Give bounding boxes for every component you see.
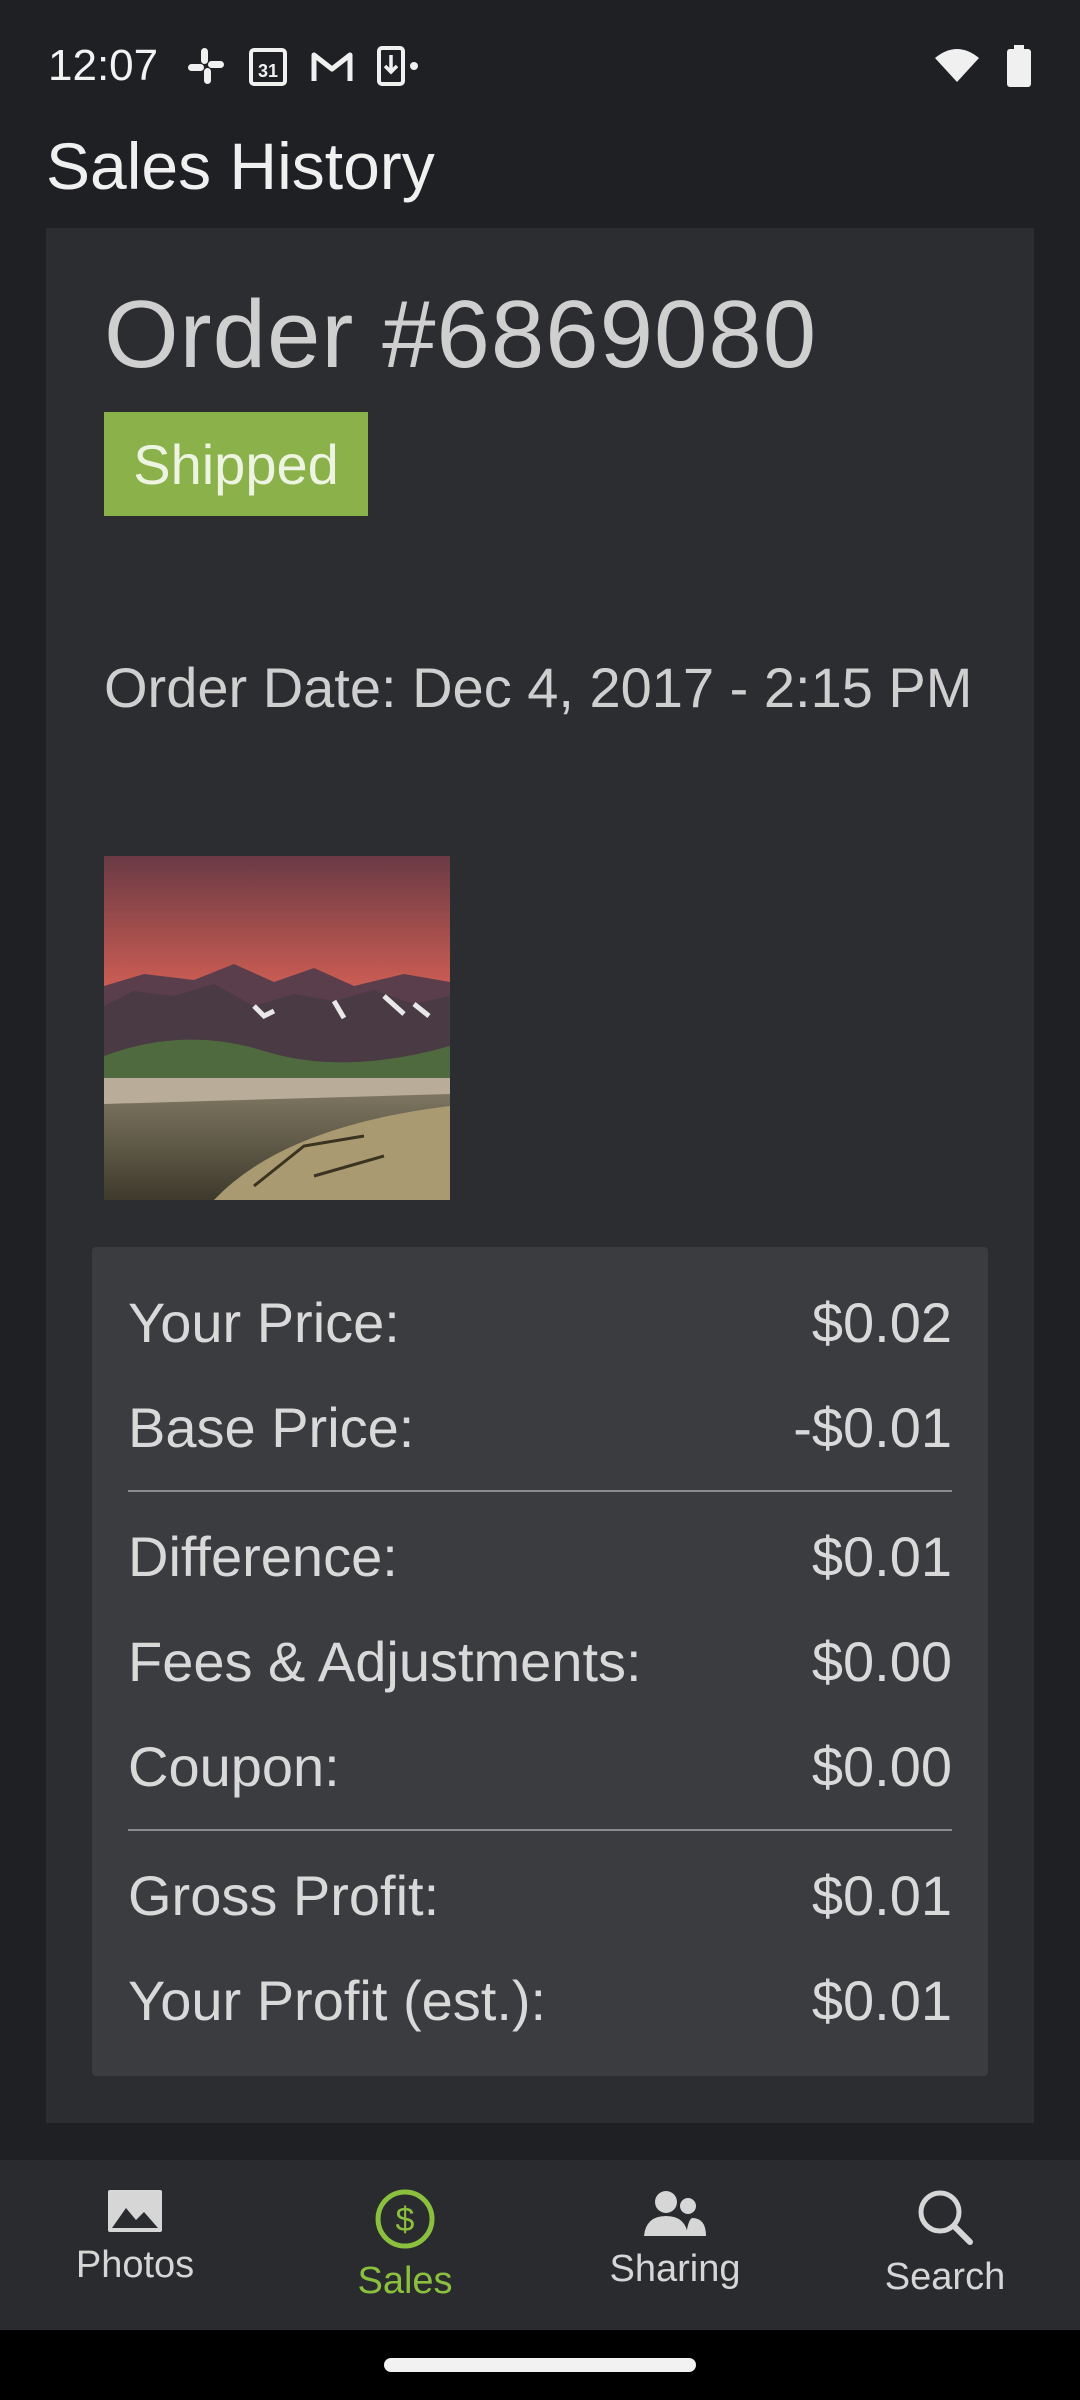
price-value: $0.01 [811,1524,952,1588]
status-badge: Shipped [104,412,368,516]
price-label: Fees & Adjustments: [128,1629,642,1693]
price-label: Your Price: [128,1290,400,1354]
slack-icon [186,46,226,86]
price-row-coupon: Coupon: $0.00 [128,1731,952,1801]
page-title: Sales History [46,129,435,203]
nav-label: Photos [75,2244,195,2286]
status-bar: 12:07 31 [0,0,1080,132]
product-thumbnail[interactable] [104,856,450,1200]
price-value: $0.02 [811,1290,952,1354]
dollar-circle-icon: $ [374,2188,436,2250]
order-card: Order #6869080 Shipped Order Date: Dec 4… [46,228,1034,2123]
price-value: $0.00 [811,1734,952,1798]
price-value: $0.01 [811,1863,952,1927]
price-value: -$0.01 [793,1395,952,1459]
battery-icon [1006,45,1032,87]
order-title: Order #6869080 [104,281,818,388]
divider [128,1829,952,1831]
people-icon [642,2188,708,2238]
wifi-icon [934,48,980,84]
divider [128,1490,952,1492]
price-value: $0.00 [811,1629,952,1693]
nav-label: Search [884,2256,1006,2298]
system-icons [934,45,1032,87]
price-row-your-price: Your Price: $0.02 [128,1287,952,1357]
status-time: 12:07 [48,41,159,90]
gesture-handle[interactable] [384,2358,696,2372]
bottom-nav: Photos $ Sales Sharing Search [0,2160,1080,2330]
price-label: Difference: [128,1524,398,1588]
price-row-difference: Difference: $0.01 [128,1521,952,1591]
nav-item-photos[interactable]: Photos [0,2160,270,2330]
price-label: Coupon: [128,1734,340,1798]
notification-icons: 31 [186,45,422,87]
nav-item-search[interactable]: Search [810,2160,1080,2330]
nav-label: Sharing [609,2248,741,2290]
price-label: Your Profit (est.): [128,1968,547,2032]
price-label: Gross Profit: [128,1863,440,1927]
calendar-day: 31 [258,61,278,81]
calendar-icon: 31 [248,45,288,87]
download-icon [376,45,422,87]
photo-icon [106,2188,164,2234]
price-label: Base Price: [128,1395,415,1459]
nav-item-sales[interactable]: $ Sales [270,2160,540,2330]
price-row-your-profit: Your Profit (est.): $0.01 [128,1965,952,2035]
price-row-base-price: Base Price: -$0.01 [128,1392,952,1462]
price-value: $0.01 [811,1968,952,2032]
svg-text:$: $ [396,2201,415,2239]
order-date: Order Date: Dec 4, 2017 - 2:15 PM [104,656,973,719]
nav-item-sharing[interactable]: Sharing [540,2160,810,2330]
price-row-gross-profit: Gross Profit: $0.01 [128,1860,952,1930]
price-breakdown: Your Price: $0.02 Base Price: -$0.01 Dif… [92,1247,988,2076]
nav-label: Sales [357,2260,453,2302]
gmail-icon [310,49,354,83]
price-row-fees: Fees & Adjustments: $0.00 [128,1626,952,1696]
search-icon [916,2188,974,2246]
